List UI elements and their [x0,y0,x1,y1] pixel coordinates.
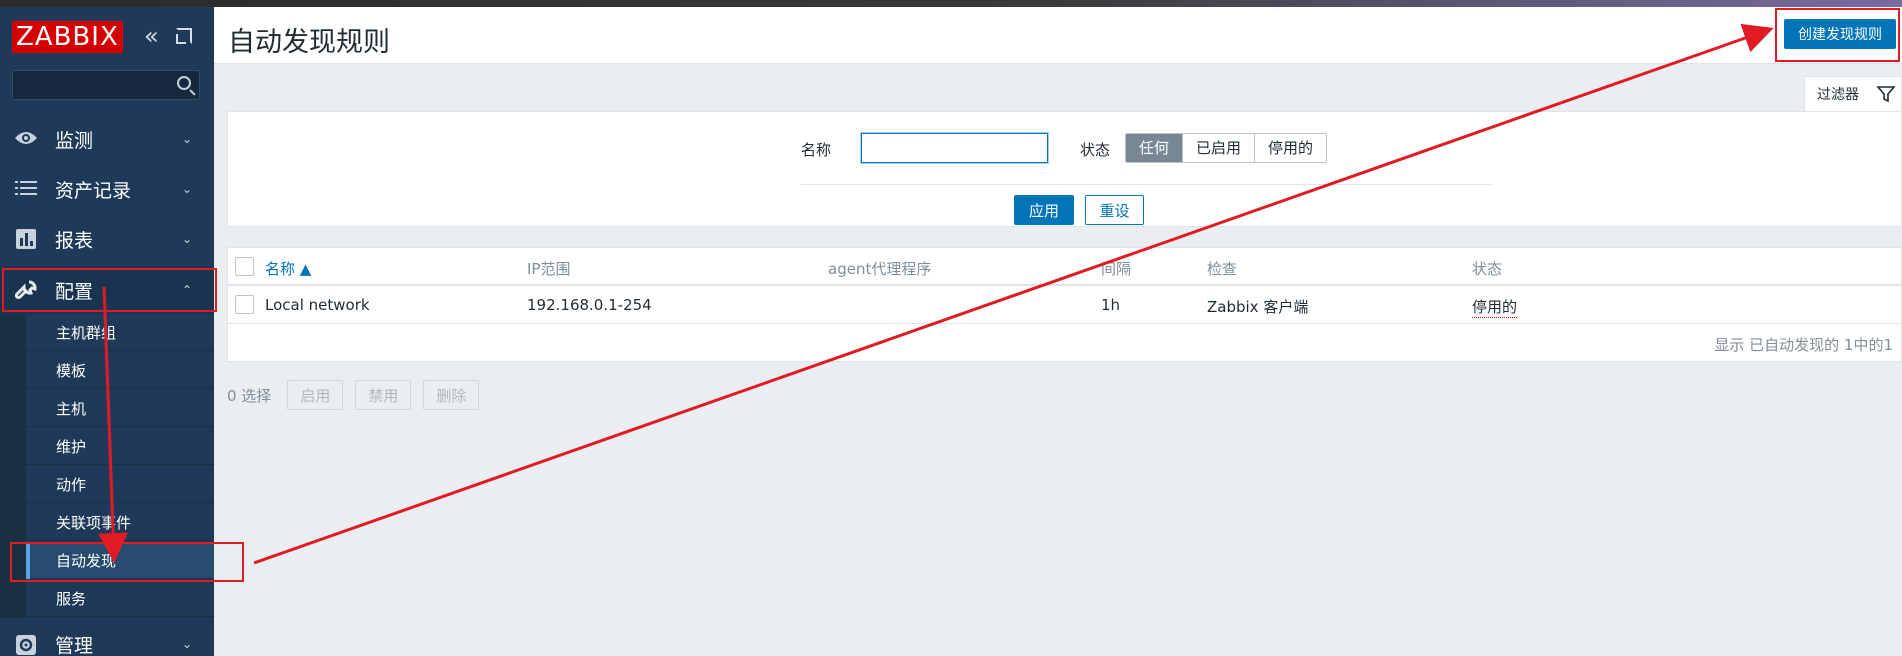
chevron-down-icon: ⌄ [182,232,193,246]
interval-cell: 1h [1101,296,1121,314]
eye-icon [13,129,39,149]
status-toggle-link[interactable]: 停用的 [1472,296,1518,318]
row-checkbox[interactable] [235,295,254,314]
menu-item-monitoring[interactable]: 监测 ⌄ [0,115,214,163]
delete-button[interactable]: 删除 [423,380,480,410]
bar-chart-icon [13,229,39,249]
menu-label: 资产记录 [55,179,132,202]
window-top-strip [0,0,1902,7]
enable-button[interactable]: 启用 [287,380,344,410]
column-header-proxy: agent代理程序 [828,260,932,278]
submenu-label: 动作 [56,475,87,494]
name-filter-label: 名称 [801,141,832,159]
menu-label: 管理 [55,634,94,656]
gear-icon [13,634,39,655]
selected-count: 0 选择 [227,386,272,405]
column-header-name[interactable]: 名称 ▲ [265,258,311,279]
submenu-label: 主机群组 [56,323,117,342]
column-header-interval: 间隔 [1101,260,1132,278]
bulk-actions-bar: 0 选择 启用 禁用 删除 [227,380,491,410]
column-header-status: 状态 [1472,260,1503,278]
list-icon [13,179,39,199]
annotation-box-create [1775,8,1900,62]
apply-button[interactable]: 应用 [1014,195,1074,225]
kiosk-mode-icon[interactable] [176,28,192,44]
page-header: 自动发现规则 创建发现规则 [214,7,1902,64]
status-option-any[interactable]: 任何 [1126,134,1183,162]
filter-divider [801,184,1491,185]
status-option-disabled[interactable]: 停用的 [1254,134,1327,162]
menu-label: 报表 [55,229,94,252]
search-icon[interactable] [177,76,191,90]
table-header-row: 名称 ▲ IP范围 agent代理程序 间隔 检查 状态 [228,248,1902,286]
submenu-item-maintenance[interactable]: 维护 [26,428,214,465]
submenu-item-host-groups[interactable]: 主机群组 [26,314,214,351]
submenu-item-actions[interactable]: 动作 [26,466,214,503]
submenu-label: 维护 [56,437,87,456]
chevron-down-icon: ⌄ [182,182,193,196]
filter-panel: 名称 状态 任何 已启用 停用的 应用 重设 [227,111,1902,227]
ip-range-cell: 192.168.0.1-254 [527,296,652,314]
status-option-enabled[interactable]: 已启用 [1182,134,1255,162]
submenu-item-templates[interactable]: 模板 [26,352,214,389]
menu-item-administration[interactable]: 管理 ⌄ [0,620,214,656]
filter-icon [1877,86,1895,102]
reset-button[interactable]: 重设 [1085,195,1144,225]
rule-name-link[interactable]: Local network [265,296,370,314]
annotation-box-config [2,268,217,312]
checks-cell: Zabbix 客户端 [1207,298,1309,316]
submenu-item-hosts[interactable]: 主机 [26,390,214,427]
sidebar-search-input[interactable] [12,70,200,100]
submenu-label: 关联项事件 [56,513,132,532]
select-all-checkbox[interactable] [235,257,254,276]
column-header-ip-range: IP范围 [527,260,571,278]
status-segmented-control: 任何 已启用 停用的 [1125,133,1328,163]
submenu-label: 服务 [56,589,87,608]
submenu-item-event-correlation[interactable]: 关联项事件 [26,504,214,541]
menu-label: 监测 [55,129,94,152]
table-footer-count: 显示 已自动发现的 1中的1 [1714,336,1893,354]
chevrons-left-icon[interactable]: « [144,24,159,48]
menu-item-inventory[interactable]: 资产记录 ⌄ [0,165,214,213]
status-filter-label: 状态 [1080,141,1111,159]
submenu-label: 模板 [56,361,87,380]
menu-item-reports[interactable]: 报表 ⌄ [0,215,214,263]
chevron-down-icon: ⌄ [182,132,193,146]
page-title: 自动发现规则 [228,27,390,58]
disable-button[interactable]: 禁用 [355,380,412,410]
filter-tab-label: 过滤器 [1817,87,1859,103]
table-row: Local network 192.168.0.1-254 1h Zabbix … [228,286,1902,324]
name-filter-input[interactable] [861,133,1048,163]
submenu-label: 主机 [56,399,87,418]
discovery-rules-table: 名称 ▲ IP范围 agent代理程序 间隔 检查 状态 Local netwo… [227,247,1902,362]
main-content: 自动发现规则 创建发现规则 过滤器 名称 状态 任何 已启用 停用的 应用 重设… [214,7,1902,656]
annotation-box-discovery [10,542,244,582]
filter-tab[interactable]: 过滤器 [1804,76,1902,111]
submenu-item-services[interactable]: 服务 [26,580,214,617]
zabbix-logo[interactable]: ZABBIX [12,21,123,53]
column-header-checks: 检查 [1207,260,1238,278]
chevron-down-icon: ⌄ [182,637,193,651]
